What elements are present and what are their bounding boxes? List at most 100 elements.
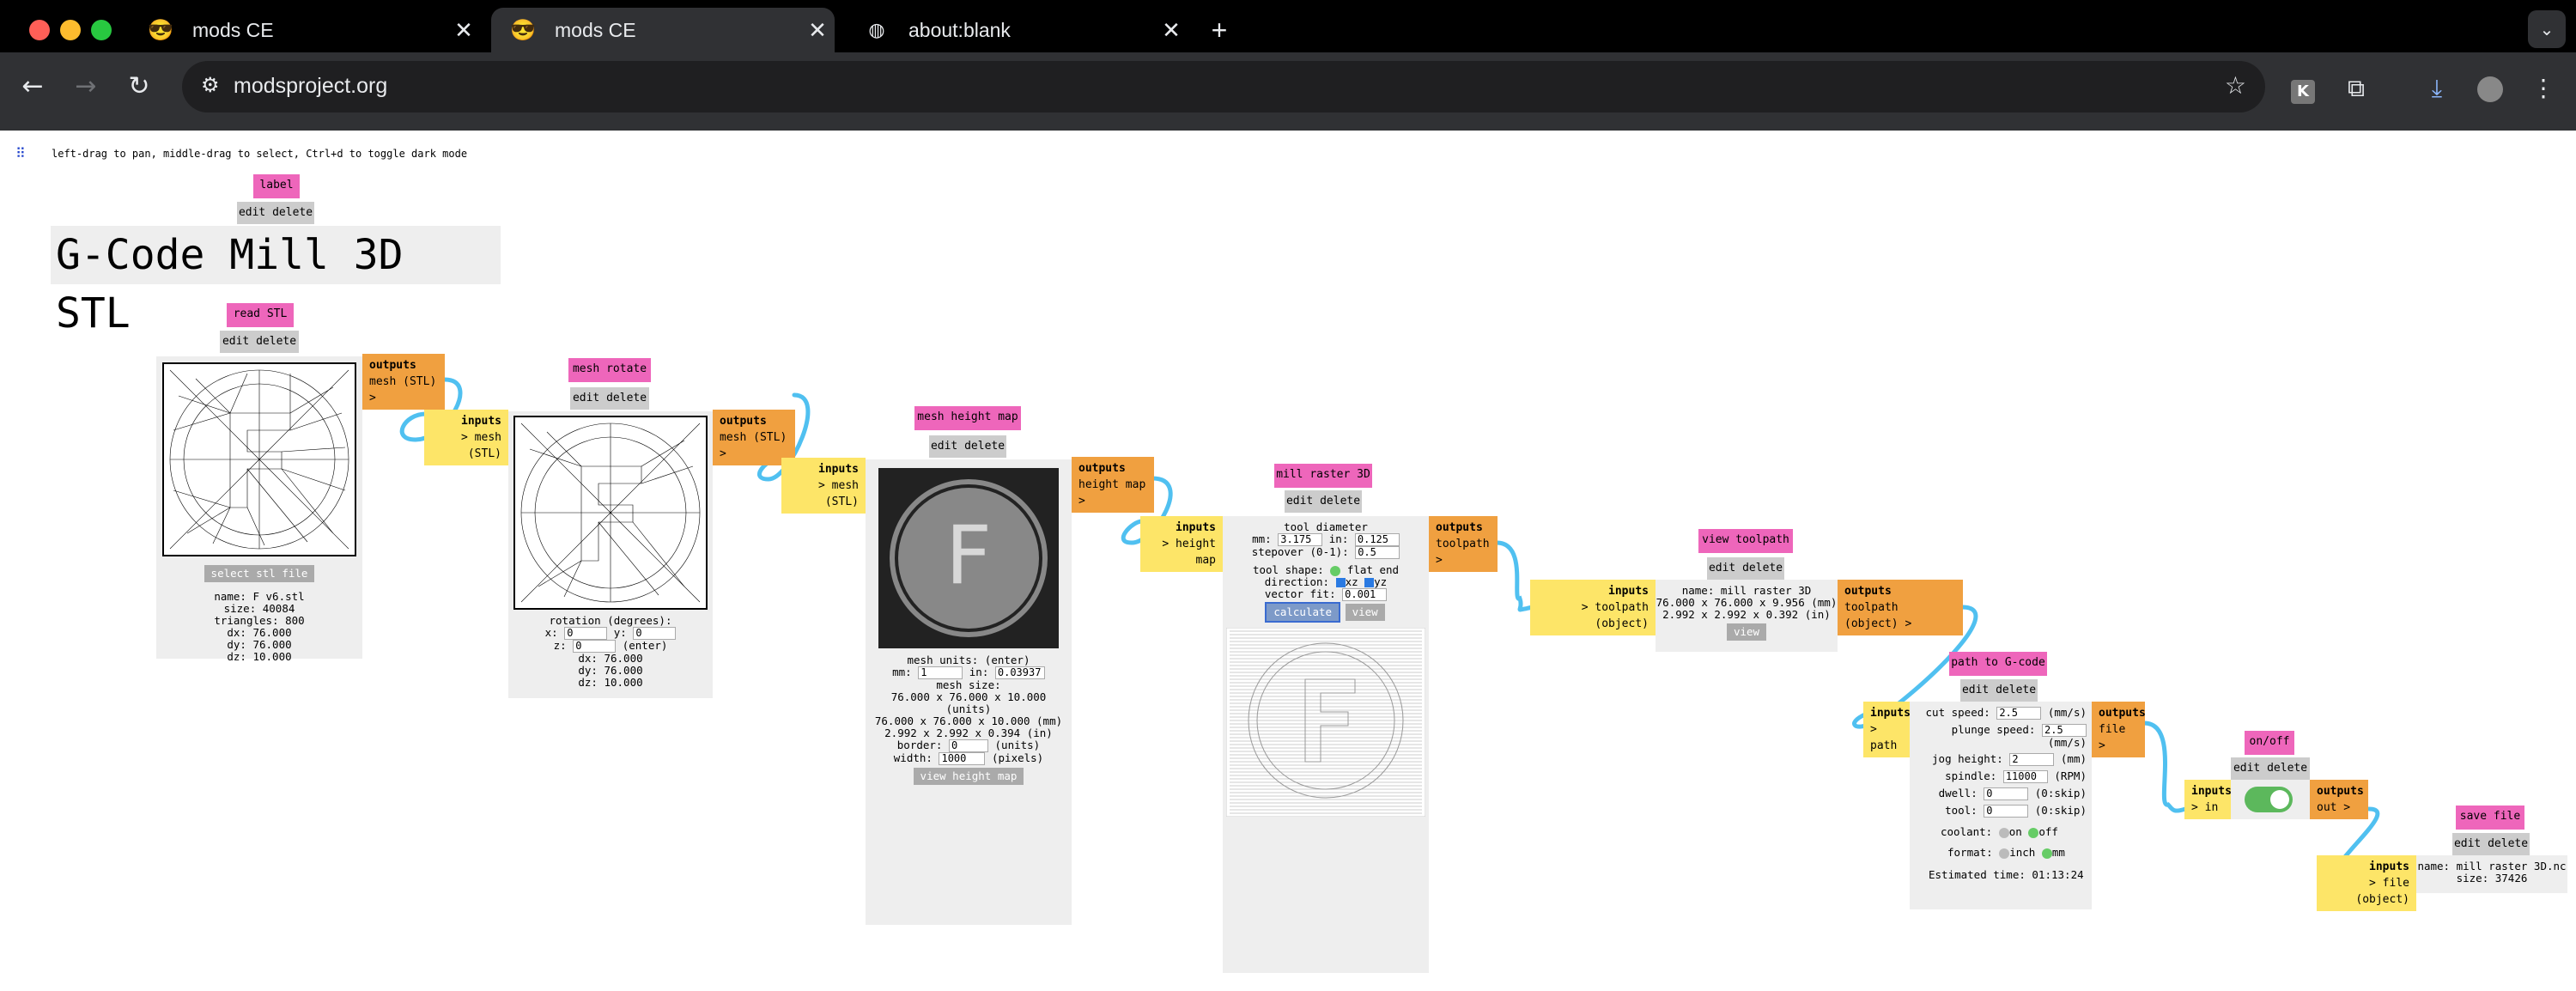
height-map-letter: F <box>945 509 992 603</box>
gcode-inputs: inputs > path <box>1863 702 1911 757</box>
tab-mods-1[interactable]: 😎 mods CE ✕ <box>129 8 481 52</box>
jog-height-input[interactable]: 2 <box>2009 753 2055 766</box>
mill-raster-output-toolpath[interactable]: toolpath > <box>1436 536 1491 568</box>
height-map-outputs: outputs height map > <box>1072 457 1154 513</box>
gcode-input-path[interactable]: > path <box>1870 721 1903 754</box>
view-toolpath-output[interactable]: toolpath (object) > <box>1844 599 1956 632</box>
mill-raster-title[interactable]: mill raster 3D <box>1274 464 1372 488</box>
tool-input[interactable]: 0 <box>1984 805 2029 818</box>
tab-mods-2[interactable]: 😎 mods CE ✕ <box>491 8 835 52</box>
minimize-window-button[interactable] <box>60 20 81 40</box>
mods-canvas[interactable]: ⠿ left-drag to pan, middle-drag to selec… <box>0 131 2576 991</box>
gcode-output-file[interactable]: file > <box>2099 721 2138 754</box>
reload-icon: ↻ <box>128 71 150 101</box>
view-height-map-button[interactable]: view height map <box>913 768 1024 785</box>
reload-button[interactable]: ↻ <box>120 68 158 106</box>
save-file-edit-delete[interactable]: edit delete <box>2452 833 2530 855</box>
dir-xz-checkbox[interactable] <box>1335 578 1346 587</box>
save-file-input[interactable]: > file (object) <box>2324 875 2409 908</box>
border-input[interactable]: 0 <box>949 739 988 752</box>
read-stl-edit-delete[interactable]: edit delete <box>220 331 299 353</box>
coolant-on-radio[interactable] <box>1998 827 2009 838</box>
coolant-off-radio[interactable] <box>2028 827 2039 838</box>
extensions-puzzle-icon[interactable]: ⧉ <box>2337 70 2375 107</box>
view-toolpath-button[interactable]: view <box>1726 623 1767 641</box>
outputs-label: outputs <box>369 359 416 372</box>
format-inch-radio[interactable] <box>1999 848 2010 859</box>
label-edit-delete[interactable]: edit delete <box>237 202 314 224</box>
maximize-window-button[interactable] <box>91 20 112 40</box>
save-file-name: name: mill raster 3D.nc <box>2417 860 2567 872</box>
bookmark-star-icon[interactable]: ☆ <box>2225 71 2246 100</box>
hm-mm-input[interactable]: 1 <box>918 666 963 679</box>
dir-yz-checkbox[interactable] <box>1364 578 1375 587</box>
format-mm-radio[interactable] <box>2041 848 2052 859</box>
mesh-rotate-title[interactable]: mesh rotate <box>568 358 651 382</box>
height-map-input-mesh[interactable]: > mesh (STL) <box>788 477 859 510</box>
outputs-label: outputs <box>1436 521 1483 534</box>
view-button[interactable]: view <box>1345 604 1385 621</box>
mesh-rotate-output-mesh[interactable]: mesh (STL) > <box>720 429 788 462</box>
mesh-size-in: 2.992 x 2.992 x 0.394 (in) <box>884 727 1053 739</box>
mill-raster-input-height-map[interactable]: > height map <box>1147 536 1216 568</box>
tab-about-blank[interactable]: ◍ about:blank ✕ <box>845 8 1188 52</box>
height-map-title[interactable]: mesh height map <box>914 406 1021 430</box>
forward-button[interactable]: → <box>67 68 105 106</box>
stepover-input[interactable]: 0.5 <box>1355 546 1400 559</box>
profile-avatar[interactable] <box>2471 70 2509 107</box>
gcode-title[interactable]: path to G-code <box>1949 652 2047 676</box>
mods-menu-icon[interactable]: ⠿ <box>15 145 26 161</box>
onoff-panel <box>2231 780 2310 819</box>
height-map-edit-delete[interactable]: edit delete <box>929 435 1006 458</box>
new-tab-button[interactable]: + <box>1197 8 1242 52</box>
site-info-icon[interactable]: ⚙ <box>201 73 220 98</box>
view-toolpath-edit-delete[interactable]: edit delete <box>1707 557 1784 580</box>
tool-mm-input[interactable]: 3.175 <box>1278 533 1323 546</box>
spindle-unit: (RPM) <box>2054 769 2087 782</box>
calculate-button[interactable]: calculate <box>1265 602 1341 623</box>
save-file-title[interactable]: save file <box>2456 806 2524 830</box>
select-stl-file-button[interactable]: select stl file <box>204 565 315 582</box>
dwell-input[interactable]: 0 <box>1984 787 2029 800</box>
tab-search-button[interactable]: ⌄ <box>2528 10 2566 48</box>
more-menu-icon[interactable]: ⋮ <box>2524 70 2562 107</box>
mesh-rotate-input-mesh[interactable]: > mesh (STL) <box>431 429 501 462</box>
address-bar[interactable]: ⚙ modsproject.org ☆ <box>182 61 2265 112</box>
mesh-rotate-edit-delete[interactable]: edit delete <box>570 387 649 410</box>
vector-fit-input[interactable]: 0.001 <box>1342 588 1388 601</box>
cut-speed-input[interactable]: 2.5 <box>1996 707 2042 720</box>
extension-k-icon[interactable]: K <box>2284 70 2322 107</box>
rotation-label: rotation (degrees): <box>549 614 672 627</box>
mill-raster-edit-delete[interactable]: edit delete <box>1285 490 1362 513</box>
gcode-edit-delete[interactable]: edit delete <box>1960 679 2038 702</box>
close-window-button[interactable] <box>29 20 50 40</box>
onoff-edit-delete[interactable]: edit delete <box>2231 757 2310 780</box>
rot-y-input[interactable]: 0 <box>633 627 677 640</box>
height-map-output[interactable]: height map > <box>1078 477 1147 509</box>
width-input[interactable]: 1000 <box>939 752 986 765</box>
onoff-toggle[interactable] <box>2245 787 2293 812</box>
flat-end-radio[interactable] <box>1330 565 1341 576</box>
close-tab-icon[interactable]: ✕ <box>1154 17 1188 44</box>
view-toolpath-title[interactable]: view toolpath <box>1698 529 1793 553</box>
download-icon[interactable]: ⤓ <box>2418 70 2456 107</box>
rot-z-input[interactable]: 0 <box>573 640 617 653</box>
jog-height-unit: (mm) <box>2060 752 2087 765</box>
close-tab-icon[interactable]: ✕ <box>800 17 835 44</box>
view-toolpath-input[interactable]: > toolpath (object) <box>1537 599 1649 632</box>
rot-x-input[interactable]: 0 <box>564 627 608 640</box>
read-stl-output-mesh[interactable]: mesh (STL) > <box>369 374 438 406</box>
close-tab-icon[interactable]: ✕ <box>447 17 481 44</box>
toolpath-name: name: mill raster 3D <box>1681 584 1812 597</box>
onoff-title[interactable]: on/off <box>2245 731 2294 755</box>
format-mm-label: mm <box>2051 846 2065 859</box>
read-stl-title[interactable]: read STL <box>227 303 294 327</box>
spindle-input[interactable]: 11000 <box>2002 770 2048 783</box>
label-module-title[interactable]: label <box>253 174 300 198</box>
tool-in-input[interactable]: 0.125 <box>1354 533 1400 546</box>
onoff-input[interactable]: > in <box>2191 799 2224 816</box>
back-button[interactable]: ← <box>14 68 52 106</box>
hm-in-input[interactable]: 0.03937 <box>994 666 1045 679</box>
onoff-output[interactable]: out > <box>2317 799 2361 816</box>
plunge-speed-input[interactable]: 2.5 <box>2042 724 2087 737</box>
